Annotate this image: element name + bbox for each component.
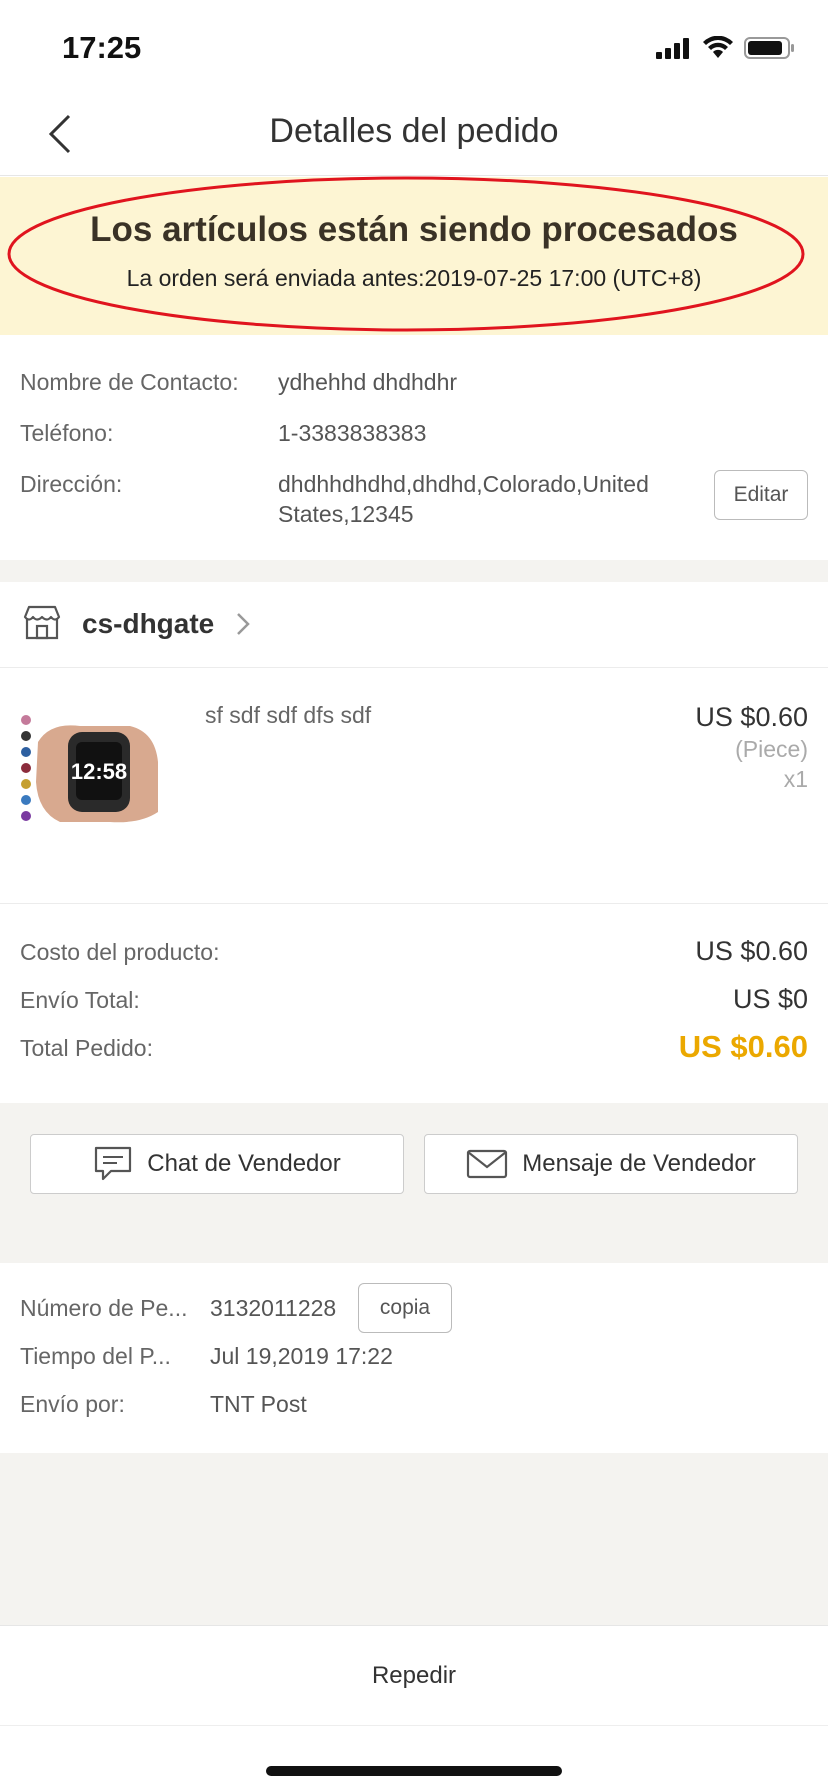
order-total-label: Total Pedido: <box>20 1035 153 1061</box>
seller-actions: Chat de Vendedor Mensaje de Vendedor <box>0 1103 828 1223</box>
order-info-section: Número de Pe... 3132011228 copia Tiempo … <box>0 1263 828 1453</box>
shipping-method-label: Envío por: <box>20 1391 125 1417</box>
message-seller-label: Mensaje de Vendedor <box>522 1150 756 1177</box>
store-name: cs-dhgate <box>82 608 215 639</box>
store-icon <box>23 605 61 640</box>
cellular-signal-icon <box>656 38 689 59</box>
product-cost-label: Costo del producto: <box>20 939 220 965</box>
product-price: US $0.60 <box>695 702 808 732</box>
contact-value: ydhehhd dhdhdhr <box>278 369 458 395</box>
home-indicator[interactable] <box>266 1766 562 1776</box>
copy-order-number-button[interactable]: copia <box>358 1283 452 1333</box>
highlight-oval <box>7 176 805 332</box>
product-image[interactable]: 12:58 <box>20 712 160 824</box>
phone-value: 1-3383838383 <box>278 420 427 446</box>
banner-title: Los artículos están siendo procesados <box>90 210 738 249</box>
store-row[interactable]: cs-dhgate <box>0 582 828 668</box>
reorder-button[interactable]: Repedir <box>0 1626 828 1726</box>
chat-bubble-icon <box>95 1146 132 1181</box>
message-seller-button[interactable]: Mensaje de Vendedor <box>424 1134 798 1194</box>
shipping-method-value: TNT Post <box>210 1391 307 1417</box>
order-total-value: US $0.60 <box>678 1029 808 1064</box>
order-number-value: 3132011228 <box>210 1295 337 1321</box>
wifi-icon <box>703 36 733 58</box>
chevron-right-icon <box>237 613 250 635</box>
status-bar: 17:25 <box>0 0 828 96</box>
navigation-bar: Detalles del pedido <box>0 96 828 176</box>
address-label: Dirección: <box>20 471 123 497</box>
shipping-address-section: Nombre de Contacto: ydhehhd dhdhdhr Telé… <box>0 335 828 560</box>
product-unit: (Piece) <box>735 736 808 762</box>
bottom-bar: Repedir <box>0 1625 828 1792</box>
product-cost-value: US $0.60 <box>695 936 808 966</box>
order-time-label: Tiempo del P... <box>20 1343 171 1369</box>
page-title: Detalles del pedido <box>269 112 559 150</box>
product-name: sf sdf sdf dfs sdf <box>205 702 372 728</box>
order-status-banner: Los artículos están siendo procesados La… <box>0 176 828 335</box>
banner-subtitle: La orden será enviada antes:2019-07-25 1… <box>126 265 702 291</box>
envelope-icon <box>467 1149 508 1179</box>
empty-area <box>0 1453 828 1625</box>
address-value: dhdhhdhdhd,dhdhd,Colorado,United States,… <box>278 471 649 527</box>
status-time: 17:25 <box>62 30 142 65</box>
chat-seller-button[interactable]: Chat de Vendedor <box>30 1134 404 1194</box>
order-number-label: Número de Pe... <box>20 1295 188 1321</box>
contact-label: Nombre de Contacto: <box>20 369 239 395</box>
section-divider <box>0 560 828 582</box>
order-costs-section: Costo del producto: US $0.60 Envío Total… <box>0 905 828 1103</box>
edit-address-button[interactable]: Editar <box>714 470 808 520</box>
shipping-total-label: Envío Total: <box>20 987 140 1013</box>
product-item[interactable]: 12:58 sf sdf sdf dfs sdf US $0.60 (Piece… <box>0 668 828 904</box>
phone-label: Teléfono: <box>20 420 114 446</box>
order-time-value: Jul 19,2019 17:22 <box>210 1343 393 1369</box>
status-icons <box>656 36 796 60</box>
chat-seller-label: Chat de Vendedor <box>147 1150 341 1177</box>
section-divider <box>0 1223 828 1263</box>
watch-face-time: 12:58 <box>71 759 127 784</box>
shipping-total-value: US $0 <box>732 984 808 1014</box>
battery-icon <box>744 37 794 59</box>
product-quantity: x1 <box>783 766 808 792</box>
